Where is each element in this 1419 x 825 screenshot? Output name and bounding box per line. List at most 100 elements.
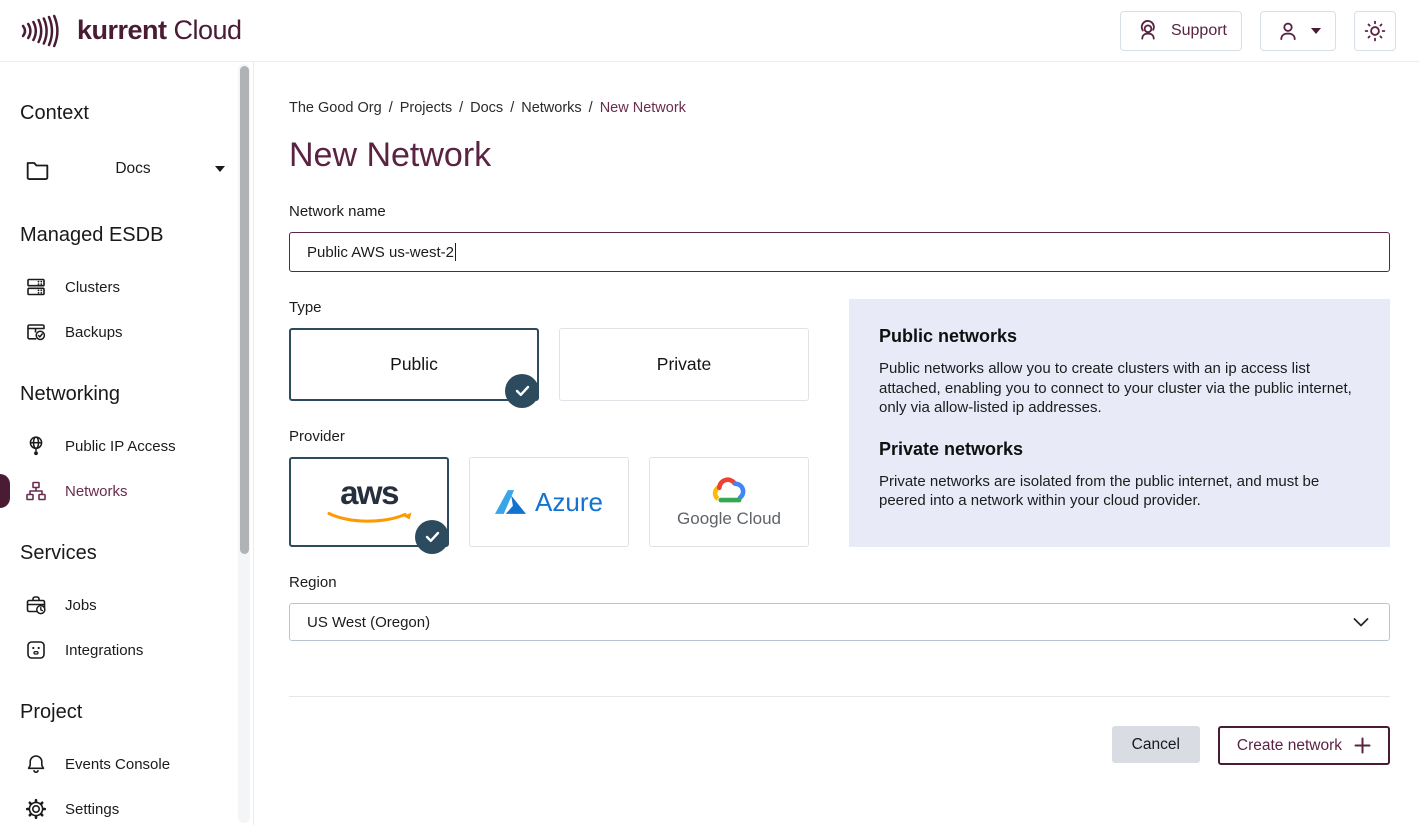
- briefcase-clock-icon: [24, 593, 48, 617]
- chevron-down-icon: [215, 166, 225, 172]
- support-button[interactable]: Support: [1120, 11, 1242, 51]
- provider-option-google-cloud[interactable]: Google Cloud: [649, 457, 809, 547]
- top-bar: kurrentCloud Support: [0, 0, 1419, 62]
- azure-logo-icon: [495, 490, 526, 514]
- backups-icon: [24, 320, 48, 344]
- clusters-icon: [24, 275, 48, 299]
- sidebar-heading-networking: Networking: [20, 383, 253, 406]
- chevron-down-icon: [1311, 28, 1321, 34]
- google-cloud-logo-text: Google Cloud: [677, 509, 781, 529]
- app-window: kurrentCloud Support: [0, 0, 1419, 825]
- sidebar-item-label: Backups: [65, 324, 123, 341]
- aws-swoosh-icon: [326, 511, 412, 525]
- logo-wordmark: kurrentCloud: [77, 15, 242, 46]
- sidebar-section-project: Project Events Console: [0, 701, 253, 824]
- sidebar-item-integrations[interactable]: Integrations: [0, 635, 253, 665]
- breadcrumb-project-docs[interactable]: Docs: [470, 100, 503, 116]
- sidebar-item-networks[interactable]: Networks: [0, 476, 253, 506]
- type-option-public[interactable]: Public: [289, 328, 539, 401]
- sidebar-section-context: Context Docs: [0, 102, 253, 188]
- sidebar-item-label: Events Console: [65, 756, 170, 773]
- google-cloud-logo-icon: [709, 476, 749, 506]
- check-icon: [425, 531, 440, 543]
- info-heading-private: Private networks: [879, 439, 1360, 460]
- bell-icon: [24, 752, 48, 776]
- chevron-down-icon: [1353, 618, 1369, 627]
- logo-waves-icon: [20, 13, 66, 49]
- selected-check-badge: [415, 520, 449, 554]
- sidebar-item-label: Jobs: [65, 597, 97, 614]
- type-provider-column: Type Public Private: [289, 299, 809, 547]
- sidebar-heading-services: Services: [20, 542, 253, 565]
- sidebar-heading-project: Project: [20, 701, 253, 724]
- folder-icon: [24, 157, 51, 181]
- sidebar-scrollbar-track[interactable]: [238, 64, 250, 823]
- breadcrumb-org[interactable]: The Good Org: [289, 100, 382, 116]
- cancel-button[interactable]: Cancel: [1112, 726, 1200, 763]
- sidebar-item-label: Public IP Access: [65, 438, 176, 455]
- network-type-info-panel: Public networks Public networks allow yo…: [849, 299, 1390, 547]
- globe-node-icon: [24, 434, 48, 458]
- info-body-public: Public networks allow you to create clus…: [879, 359, 1360, 418]
- sidebar-item-clusters[interactable]: Clusters: [0, 272, 253, 302]
- network-name-input[interactable]: Public AWS us-west-2: [289, 232, 1390, 272]
- network-name-value: Public AWS us-west-2: [307, 244, 454, 261]
- sidebar-item-label: Clusters: [65, 279, 120, 296]
- provider-label: Provider: [289, 428, 809, 445]
- form-actions: Cancel Create network: [289, 726, 1390, 765]
- support-headset-icon: [1135, 18, 1161, 44]
- topbar-actions: Support: [1120, 11, 1396, 51]
- sidebar-item-backups[interactable]: Backups: [0, 317, 253, 347]
- outlet-icon: [24, 638, 48, 662]
- breadcrumb-projects[interactable]: Projects: [400, 100, 452, 116]
- sidebar-item-label: Networks: [65, 483, 128, 500]
- page-title: New Network: [289, 136, 1390, 175]
- region-block: Region US West (Oregon): [289, 574, 1390, 641]
- user-menu-button[interactable]: [1260, 11, 1336, 51]
- region-select[interactable]: US West (Oregon): [289, 603, 1390, 641]
- sidebar-heading-context: Context: [20, 102, 253, 125]
- sidebar-item-label: Settings: [65, 801, 119, 818]
- text-cursor: [455, 243, 456, 261]
- sidebar-item-events-console[interactable]: Events Console: [0, 749, 253, 779]
- provider-option-aws[interactable]: aws: [289, 457, 449, 547]
- support-label: Support: [1171, 22, 1227, 40]
- region-label: Region: [289, 574, 1390, 591]
- network-tree-icon: [24, 479, 48, 503]
- type-option-private[interactable]: Private: [559, 328, 809, 401]
- sidebar-item-settings[interactable]: Settings: [0, 794, 253, 824]
- user-icon: [1275, 18, 1301, 44]
- sidebar-heading-managed-esdb: Managed ESDB: [20, 224, 253, 247]
- provider-option-azure[interactable]: Azure: [469, 457, 629, 547]
- type-label: Type: [289, 299, 809, 316]
- gear-icon: [24, 797, 48, 821]
- check-icon: [515, 385, 530, 397]
- sidebar-item-public-ip-access[interactable]: Public IP Access: [0, 431, 253, 461]
- theme-toggle-button[interactable]: [1354, 11, 1396, 51]
- sidebar-item-label: Integrations: [65, 642, 143, 659]
- provider-options: aws: [289, 457, 809, 547]
- context-selected-value: Docs: [115, 160, 150, 178]
- sidebar: Context Docs Managed ESDB: [0, 62, 254, 825]
- sidebar-item-jobs[interactable]: Jobs: [0, 590, 253, 620]
- region-selected-value: US West (Oregon): [307, 614, 430, 631]
- create-network-button[interactable]: Create network: [1218, 726, 1390, 765]
- kurrent-cloud-logo[interactable]: kurrentCloud: [20, 13, 242, 49]
- sidebar-section-networking: Networking Public IP Access: [0, 383, 253, 506]
- type-options: Public Private: [289, 328, 809, 401]
- info-body-private: Private networks are isolated from the p…: [879, 472, 1360, 511]
- info-heading-public: Public networks: [879, 326, 1360, 347]
- create-network-label: Create network: [1237, 737, 1342, 755]
- sidebar-scrollbar-thumb[interactable]: [240, 66, 249, 554]
- main-content: The Good Org/Projects/Docs/Networks/New …: [254, 62, 1419, 825]
- azure-logo-text: Azure: [535, 487, 603, 518]
- plus-icon: [1354, 737, 1371, 754]
- context-project-selector[interactable]: Docs: [24, 150, 225, 188]
- form-divider: [289, 696, 1390, 697]
- active-indicator: [0, 474, 10, 508]
- breadcrumb: The Good Org/Projects/Docs/Networks/New …: [289, 100, 1390, 116]
- aws-logo: aws: [340, 479, 398, 507]
- breadcrumb-current: New Network: [600, 100, 686, 116]
- sidebar-section-services: Services Jobs: [0, 542, 253, 665]
- breadcrumb-networks[interactable]: Networks: [521, 100, 581, 116]
